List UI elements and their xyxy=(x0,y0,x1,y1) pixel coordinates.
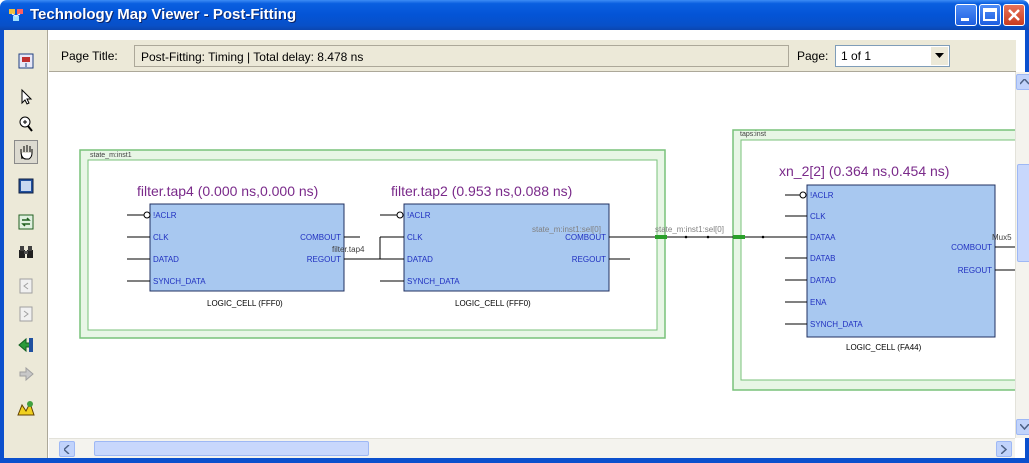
cell3-pin-1: CLK xyxy=(810,212,826,221)
cell2-pin-1: CLK xyxy=(407,233,423,242)
back-icon xyxy=(18,337,33,353)
scroll-left-button[interactable] xyxy=(59,441,75,457)
cell3-pin-4: DATAD xyxy=(810,276,836,285)
window-title-bar[interactable]: Technology Map Viewer - Post-Fitting xyxy=(0,0,1029,30)
close-button[interactable] xyxy=(1003,4,1025,26)
page-select[interactable]: 1 of 1 xyxy=(835,45,950,67)
hand-pan-button[interactable] xyxy=(14,140,38,164)
next-page-button[interactable] xyxy=(14,302,38,326)
page-title-label: Page Title: xyxy=(61,49,118,63)
chevron-up-icon xyxy=(1019,79,1029,85)
cell2-type: LOGIC_CELL (FFF0) xyxy=(455,299,531,308)
select-pointer-icon xyxy=(21,88,33,105)
cell2-pin-2: DATAD xyxy=(407,255,433,264)
cell2-pin-3: SYNCH_DATA xyxy=(407,277,460,286)
properties-button[interactable] xyxy=(14,396,38,420)
cell1-pin-3: SYNCH_DATA xyxy=(153,277,206,286)
window-frame-bottom xyxy=(0,458,1029,463)
schematic-diagram: state_m:inst1 taps:inst filter.tap4 (0.0… xyxy=(79,129,1015,391)
left-toolbar xyxy=(4,30,48,463)
cell3-title: xn_2[2] (0.364 ns,0.454 ns) xyxy=(779,163,949,179)
cell3-pin-6: SYNCH_DATA xyxy=(810,320,863,329)
chevron-left-icon xyxy=(64,444,70,454)
cell3-out-1: REGOUT xyxy=(958,266,992,275)
cell1-pin-1: CLK xyxy=(153,233,169,242)
find-button[interactable] xyxy=(14,240,38,264)
refresh-button[interactable] xyxy=(14,210,38,234)
vertical-scrollbar[interactable] xyxy=(1015,72,1029,438)
group-label-taps: taps:inst xyxy=(740,131,766,138)
cell2-title: filter.tap2 (0.953 ns,0.088 ns) xyxy=(391,183,572,199)
chevron-right-icon xyxy=(1001,444,1007,454)
scroll-right-button[interactable] xyxy=(996,441,1012,457)
next-page-icon xyxy=(19,306,33,322)
previous-page-icon xyxy=(19,278,33,294)
chevron-down-icon[interactable] xyxy=(931,47,948,65)
cell1-out-1: REGOUT xyxy=(307,255,341,264)
horizontal-scrollbar[interactable] xyxy=(49,438,1015,458)
page-select-value: 1 of 1 xyxy=(841,49,872,63)
cell2-pin-0: !ACLR xyxy=(407,211,431,220)
net-label-sel-2: state_m:inst1:sel[0] xyxy=(655,225,724,234)
cell1-type: LOGIC_CELL (FFF0) xyxy=(207,299,283,308)
cell1-pin-0: !ACLR xyxy=(153,211,177,220)
properties-icon xyxy=(17,401,35,416)
select-pointer-button[interactable] xyxy=(14,85,38,109)
previous-page-button[interactable] xyxy=(14,274,38,298)
page-header: Page Title: Post-Fitting: Timing | Total… xyxy=(49,40,1016,72)
cell3-pin-5: ENA xyxy=(810,298,827,307)
cell2-out-1: REGOUT xyxy=(572,255,606,264)
cell3-pin-3: DATAB xyxy=(810,254,835,263)
maximize-button[interactable] xyxy=(979,4,1001,26)
refresh-icon xyxy=(18,214,34,230)
forward-button[interactable] xyxy=(14,362,38,386)
net-label-sel-1: state_m:inst1:sel[0] xyxy=(532,225,601,234)
window-title: Technology Map Viewer - Post-Fitting xyxy=(30,6,297,23)
hand-pan-icon xyxy=(20,145,33,160)
minimize-icon xyxy=(961,18,969,21)
cell3-out-0: COMBOUT xyxy=(951,243,992,252)
forward-icon xyxy=(19,366,34,382)
zoom-icon xyxy=(19,116,33,132)
back-button[interactable] xyxy=(14,333,38,357)
minimize-button[interactable] xyxy=(955,4,977,26)
net-label-filter-tap4: filter.tap4 xyxy=(332,245,365,254)
cell1-pin-2: DATAD xyxy=(153,255,179,264)
cell1-out-0: COMBOUT xyxy=(300,233,341,242)
zoom-button[interactable] xyxy=(14,112,38,136)
port-marker-2 xyxy=(733,235,745,239)
group-label-state-m: state_m:inst1 xyxy=(90,152,132,159)
fit-window-button[interactable] xyxy=(14,174,38,198)
page-title-field: Post-Fitting: Timing | Total delay: 8.47… xyxy=(134,45,789,67)
cell3-type: LOGIC_CELL (FA44) xyxy=(846,343,922,352)
cell3-pin-0: !ACLR xyxy=(810,191,834,200)
hierarchy-up-icon xyxy=(18,53,34,69)
page-label: Page: xyxy=(797,49,829,63)
hierarchy-up-button[interactable] xyxy=(14,49,38,73)
app-icon xyxy=(9,9,23,21)
scroll-down-button[interactable] xyxy=(1016,419,1029,435)
chevron-down-icon xyxy=(1019,424,1029,430)
maximize-icon xyxy=(983,8,997,21)
vertical-scroll-thumb[interactable] xyxy=(1017,164,1029,262)
cell2-out-0: COMBOUT xyxy=(565,233,606,242)
cell1-title: filter.tap4 (0.000 ns,0.000 ns) xyxy=(137,183,318,199)
scroll-up-button[interactable] xyxy=(1016,74,1029,90)
fit-window-icon xyxy=(18,178,34,194)
net-label-mux5: Mux5 xyxy=(992,233,1012,242)
port-marker-1 xyxy=(655,235,667,239)
close-icon xyxy=(1008,9,1020,21)
horizontal-scroll-thumb[interactable] xyxy=(94,441,369,456)
find-binoculars-icon xyxy=(19,246,33,258)
cell3-pin-2: DATAA xyxy=(810,233,836,242)
schematic-canvas[interactable]: state_m:inst1 taps:inst filter.tap4 (0.0… xyxy=(49,72,1015,438)
